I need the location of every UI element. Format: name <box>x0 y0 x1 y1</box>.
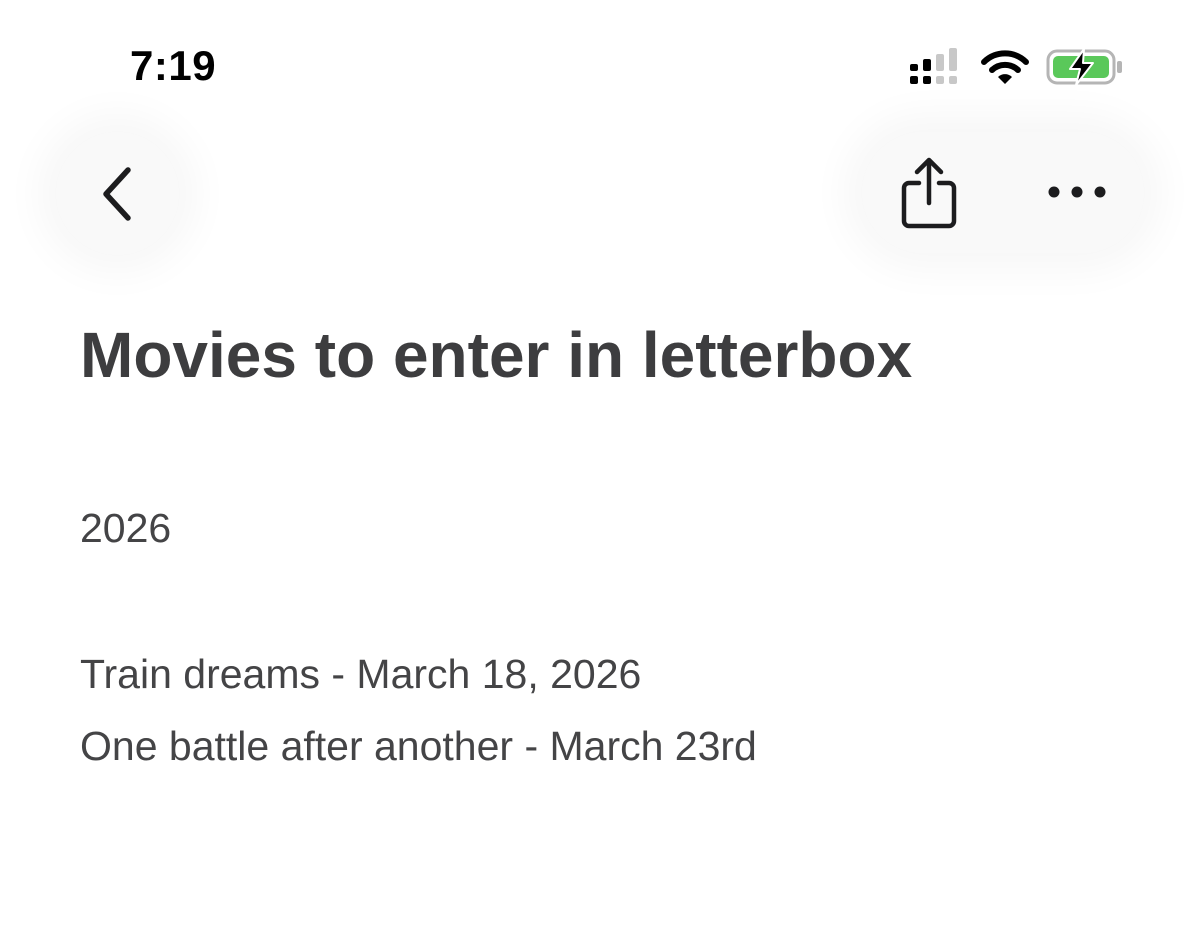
share-button[interactable] <box>890 150 968 234</box>
status-time: 7:19 <box>130 42 217 89</box>
battery-charging-icon <box>1046 48 1122 86</box>
note-line-train-dreams[interactable]: Train dreams - March 18, 2026 <box>80 648 641 700</box>
wifi-icon <box>981 50 1029 84</box>
note-title[interactable]: Movies to enter in letterbox <box>80 316 912 394</box>
note-line-one-battle[interactable]: One battle after another - March 23rd <box>80 720 757 772</box>
share-icon <box>901 157 957 229</box>
more-button[interactable] <box>1032 162 1122 222</box>
back-button[interactable] <box>56 132 179 255</box>
ellipsis-icon <box>1048 186 1106 198</box>
note-line-year[interactable]: 2026 <box>80 502 171 554</box>
cellular-signal-icon <box>910 48 957 84</box>
notes-screen: 7:19 Movies to enter in letterbox 2026 T… <box>0 0 1200 933</box>
note-actions-group <box>862 132 1144 253</box>
chevron-left-icon <box>102 166 131 221</box>
